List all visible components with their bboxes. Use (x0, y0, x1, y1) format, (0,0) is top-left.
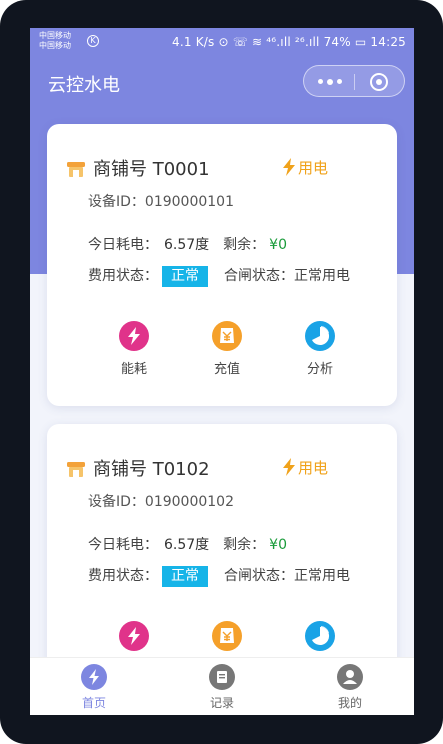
lightning-icon (283, 158, 295, 176)
switch-status-label: 合闸状态： (224, 568, 294, 584)
carrier-info: 中国移动 中国移动 (39, 31, 71, 51)
phone-frame: 中国移动 中国移动 K 4.1 K/s ⊙ ☏ ≋ ⁴⁶.ıll ²⁶.ıll … (0, 0, 443, 744)
today-energy-label: 今日耗电： (88, 537, 158, 553)
recharge-button[interactable]: 充值 (197, 321, 257, 377)
switch-status-value: 正常用电 (294, 268, 350, 284)
more-menu-icon[interactable] (318, 78, 342, 85)
power-status: 用电 (282, 457, 328, 478)
remain-value: ¥0 (269, 537, 287, 553)
device-id: 设备ID：0190000102 (88, 494, 234, 510)
carrier-line-1: 中国移动 (39, 31, 71, 40)
remain-label: 剩余： (223, 537, 266, 553)
power-status: 用电 (282, 157, 328, 178)
lightning-icon (283, 458, 295, 476)
remain-label: 剩余： (223, 237, 266, 253)
carrier-badge-icon: K (87, 35, 99, 47)
switch-status-label: 合闸状态： (224, 268, 294, 284)
tab-home[interactable]: 首页 (54, 664, 134, 711)
power-status-label: 用电 (298, 459, 329, 477)
bottom-tab-bar: 首页 记录 我的 (30, 657, 414, 715)
shop-icon (67, 462, 85, 477)
capsule-divider (354, 74, 355, 90)
device-id: 设备ID：0190000101 (88, 194, 234, 210)
status-indicators: 4.1 K/s ⊙ ☏ ≋ ⁴⁶.ıll ²⁶.ıll 74% ▭ 14:25 (172, 35, 406, 49)
recharge-icon (212, 621, 242, 651)
shop-icon (67, 162, 85, 177)
carrier-line-2: 中国移动 (39, 41, 71, 50)
shop-name: 商铺号 T0102 (93, 459, 210, 480)
tab-mine[interactable]: 我的 (310, 664, 390, 711)
analysis-label: 分析 (306, 362, 333, 377)
energy-row: 今日耗电： 6.57度 剩余： ¥0 (88, 534, 287, 554)
state-row: 费用状态： 正常 合闸状态：正常用电 (88, 565, 350, 587)
page-title: 云控水电 (48, 75, 120, 96)
fee-status-badge: 正常 (162, 266, 208, 287)
switch-status-value: 正常用电 (294, 568, 350, 584)
energy-icon (119, 621, 149, 651)
tab-records[interactable]: 记录 (182, 664, 262, 711)
recharge-label: 充值 (213, 362, 240, 377)
user-icon (337, 664, 363, 690)
today-energy-value: 6.57度 (164, 237, 210, 253)
shop-card: 商铺号 T0001 用电 设备ID：0190000101 今日耗电： 6.57度剩… (47, 124, 397, 406)
tab-records-label: 记录 (209, 696, 234, 710)
pie-chart-icon (305, 321, 335, 351)
records-icon (209, 664, 235, 690)
screen: 中国移动 中国移动 K 4.1 K/s ⊙ ☏ ≋ ⁴⁶.ıll ²⁶.ıll … (30, 28, 414, 715)
analysis-button[interactable]: 分析 (290, 321, 350, 377)
home-lightning-icon (81, 664, 107, 690)
power-status-label: 用电 (298, 159, 329, 177)
shop-name: 商铺号 T0001 (93, 159, 210, 180)
fee-status-label: 费用状态： (88, 268, 158, 284)
tab-home-label: 首页 (81, 696, 106, 710)
tab-mine-label: 我的 (337, 696, 362, 710)
energy-icon (119, 321, 149, 351)
pie-chart-icon (305, 621, 335, 651)
today-energy-value: 6.57度 (164, 537, 210, 553)
mini-program-capsule (303, 65, 405, 97)
recharge-icon (212, 321, 242, 351)
energy-button[interactable]: 能耗 (104, 321, 164, 377)
today-energy-label: 今日耗电： (88, 237, 158, 253)
energy-row: 今日耗电： 6.57度 剩余： ¥0 (88, 234, 287, 254)
remain-value: ¥0 (269, 237, 287, 253)
state-row: 费用状态： 正常 合闸状态：正常用电 (88, 265, 350, 287)
fee-status-label: 费用状态： (88, 568, 158, 584)
energy-label: 能耗 (120, 362, 147, 377)
status-bar: 中国移动 中国移动 K 4.1 K/s ⊙ ☏ ≋ ⁴⁶.ıll ²⁶.ıll … (30, 28, 414, 58)
app-header: 云控水电 (30, 58, 414, 106)
fee-status-badge: 正常 (162, 566, 208, 587)
close-mini-program-icon[interactable] (370, 73, 388, 91)
